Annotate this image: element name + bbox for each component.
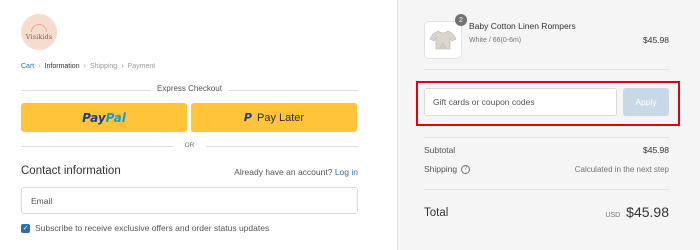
divider <box>424 69 669 70</box>
subscribe-label: Subscribe to receive exclusive offers an… <box>35 223 270 233</box>
paypal-button[interactable]: PayPal <box>21 103 187 132</box>
breadcrumb-information: Information <box>44 63 80 70</box>
currency-code: USD <box>605 212 621 219</box>
paypal-pay-later-button[interactable]: P Pay Later <box>191 103 357 132</box>
shipping-value: Calculated in the next step <box>574 165 669 174</box>
sun-logo-icon <box>31 23 47 32</box>
total-label: Total <box>424 207 449 219</box>
chevron-right-icon: › <box>38 63 41 70</box>
breadcrumb-payment: Payment <box>127 63 156 70</box>
breadcrumb-cart[interactable]: Cart <box>21 63 34 70</box>
account-prompt: Already have an account? Log in <box>234 167 358 177</box>
subtotal-label: Subtotal <box>424 145 456 155</box>
product-variant: White / 66(0-6m) <box>469 37 522 44</box>
email-field[interactable] <box>21 187 358 214</box>
express-checkout-label: Express Checkout <box>151 84 228 93</box>
paypal-logo: PayPal <box>82 111 126 125</box>
contact-information-title: Contact information <box>21 165 121 177</box>
breadcrumb: Cart › Information › Shipping › Payment <box>21 63 155 70</box>
breadcrumb-shipping: Shipping <box>89 63 118 70</box>
quantity-badge: 2 <box>455 14 467 26</box>
checkout-main-panel: Visikids Cart › Information › Shipping ›… <box>0 0 397 250</box>
product-thumbnail <box>424 21 462 59</box>
total-amount: USD $45.98 <box>605 204 669 220</box>
apply-coupon-button[interactable]: Apply <box>623 88 669 116</box>
subtotal-value: $45.98 <box>643 145 669 155</box>
divider <box>424 189 669 190</box>
or-divider: OR <box>21 142 358 152</box>
coupon-code-input[interactable] <box>424 88 617 116</box>
chevron-right-icon: › <box>121 63 124 70</box>
checkbox-checked-icon[interactable]: ✓ <box>21 223 30 233</box>
product-name: Baby Cotton Linen Rompers <box>469 21 576 31</box>
express-checkout-heading: Express Checkout <box>21 84 358 96</box>
subscribe-option[interactable]: ✓ Subscribe to receive exclusive offers … <box>21 223 269 233</box>
total-value: $45.98 <box>626 204 669 220</box>
divider <box>424 137 669 138</box>
logo-text: Visikids <box>25 32 53 41</box>
shipping-row-label: Shipping ? <box>424 164 471 174</box>
paypal-logo-part1: Pay <box>82 110 106 125</box>
pay-later-label: Pay Later <box>256 111 305 124</box>
shipping-label: Shipping <box>424 164 458 174</box>
product-price: $45.98 <box>643 35 669 45</box>
login-link[interactable]: Log in <box>335 167 358 177</box>
paypal-logo-part2: Pal <box>105 110 126 125</box>
chevron-right-icon: › <box>83 63 86 70</box>
store-logo[interactable]: Visikids <box>21 14 57 50</box>
account-prompt-text: Already have an account? <box>234 167 333 177</box>
help-icon[interactable]: ? <box>461 164 471 174</box>
or-label: OR <box>184 142 195 149</box>
paypal-p-icon: P <box>243 111 252 124</box>
romper-image-icon <box>429 30 457 50</box>
